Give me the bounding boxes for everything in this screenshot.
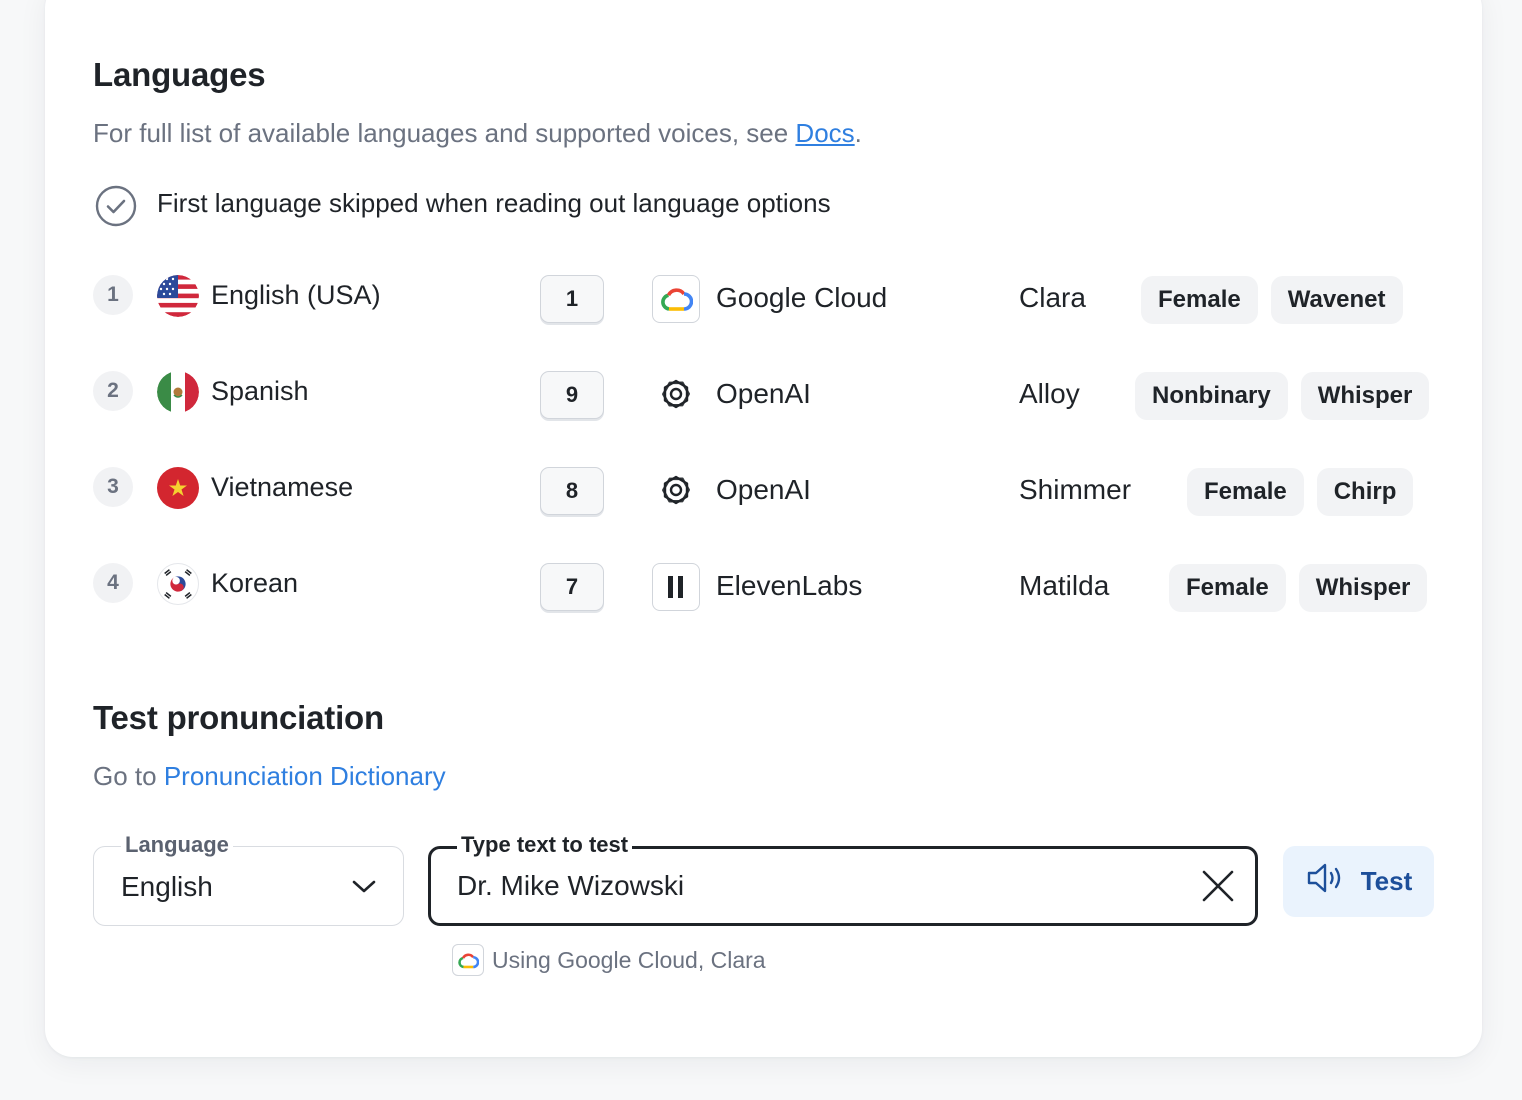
voice-tags: Female Whisper [1169,564,1428,612]
openai-icon [652,467,700,515]
korea-flag-icon [157,563,199,605]
test-button[interactable]: Test [1283,846,1434,917]
openai-icon [652,371,700,419]
pronunciation-dictionary-link[interactable]: Pronunciation Dictionary [164,761,446,791]
settings-card: Languages For full list of available lan… [45,0,1482,1057]
speaker-icon [1305,861,1345,902]
check-circle-icon [95,185,137,227]
mexico-flag-icon [157,371,199,413]
language-name: English (USA) [211,280,381,310]
dictionary-line: Go to Pronunciation Dictionary [93,761,446,792]
voice-tags: Female Chirp [1187,468,1414,516]
key-shortcut-input[interactable]: 7 [540,563,604,611]
row-number: 2 [93,371,133,411]
test-text-label: Type text to test [457,832,633,858]
chevron-down-icon [350,875,378,902]
key-shortcut-input[interactable]: 9 [540,371,604,419]
model-tag: Whisper [1300,372,1430,420]
voice-tags: Female Wavenet [1141,276,1403,324]
provider-name: OpenAI [716,474,811,505]
gender-tag: Female [1141,276,1258,324]
provider-name: ElevenLabs [716,570,863,601]
skip-note: First language skipped when reading out … [157,188,831,218]
row-number: 3 [93,467,133,507]
goto-text: Go to [93,761,164,791]
voice-name: Matilda [1019,570,1110,601]
gender-tag: Nonbinary [1135,372,1288,420]
clear-icon[interactable] [1199,867,1237,910]
test-text-value: Dr. Mike Wizowski [457,870,685,901]
voice-name: Clara [1019,282,1086,313]
vietnam-flag-icon [157,467,199,509]
elevenlabs-icon [652,563,700,611]
key-shortcut-input[interactable]: 1 [540,275,604,323]
languages-description: For full list of available languages and… [93,118,862,149]
language-select-value: English [121,871,213,902]
gender-tag: Female [1169,564,1286,612]
language-name: Spanish [211,376,309,406]
test-button-label: Test [1360,866,1413,896]
languages-title: Languages [93,56,266,93]
test-text-input[interactable]: Dr. Mike Wizowski [428,846,1258,926]
voice-name: Shimmer [1019,474,1132,505]
row-number: 1 [93,275,133,315]
language-select[interactable]: English [93,846,404,926]
key-shortcut-input[interactable]: 8 [540,467,604,515]
gender-tag: Female [1187,468,1304,516]
row-number: 4 [93,563,133,603]
us-flag-icon [157,275,199,317]
language-name: Vietnamese [211,472,354,502]
model-tag: Wavenet [1270,276,1403,324]
docs-link[interactable]: Docs [795,118,854,148]
voice-hint: Using Google Cloud, Clara [492,947,766,973]
provider-name: OpenAI [716,378,811,409]
languages-description-text: For full list of available languages and… [93,118,796,148]
test-pronunciation-title: Test pronunciation [93,699,384,736]
model-tag: Whisper [1298,564,1428,612]
languages-description-end: . [854,118,862,148]
voice-tags: Nonbinary Whisper [1135,372,1430,420]
language-select-label: Language [121,832,233,858]
google-cloud-icon [652,275,700,323]
voice-name: Alloy [1019,378,1080,409]
provider-name: Google Cloud [716,282,888,313]
google-cloud-icon [452,944,484,976]
language-name: Korean [211,568,299,598]
model-tag: Chirp [1316,468,1414,516]
